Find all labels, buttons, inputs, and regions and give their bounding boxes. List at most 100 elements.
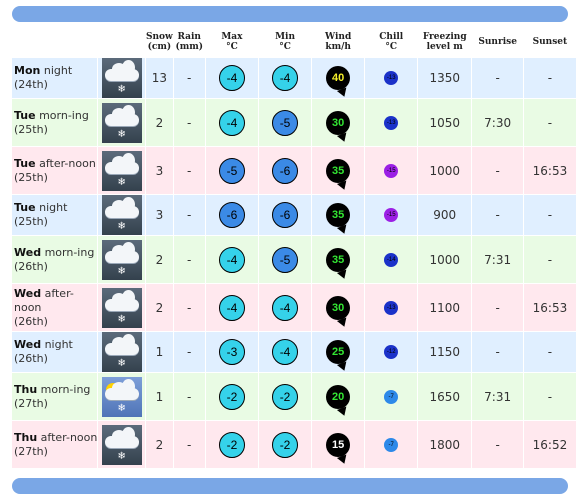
- sunrise-cell: 7:31: [471, 372, 524, 421]
- day-label: Mon night (24th): [10, 57, 99, 99]
- max-temp-badge: -4: [218, 65, 245, 91]
- day-label: Wed after-noon (26th): [10, 283, 99, 332]
- forecast-table: Snow (cm) Rain (mm) Max °C Min °C Wind km/h C…: [10, 26, 577, 469]
- day-date: (25th): [14, 170, 48, 184]
- sunrise-value: -: [495, 300, 500, 315]
- rain-value: -: [187, 437, 192, 452]
- freezing-cell: 1150: [416, 331, 473, 373]
- max-cell: -5: [204, 146, 260, 195]
- freezing-cell: 1350: [416, 57, 473, 99]
- max-cell: -4: [204, 283, 260, 332]
- sunset-cell: 16:53: [522, 146, 577, 195]
- snow-value: 2: [155, 252, 164, 267]
- sunset-value: -: [547, 208, 553, 222]
- weather-icon-cell: ❄: [97, 57, 147, 99]
- max-cell: -4: [204, 235, 260, 284]
- freezing-level-value: 900: [433, 208, 457, 222]
- sunset-cell: 16:53: [522, 283, 577, 332]
- min-temp-badge: -4: [272, 294, 299, 321]
- freezing-cell: 900: [416, 194, 473, 236]
- snow-value: 3: [155, 208, 164, 222]
- day-date: (25th): [14, 122, 48, 136]
- snow-cloud-icon: ❄: [101, 239, 142, 280]
- day-name: Tue: [14, 201, 36, 214]
- weather-icon-cell: ❄: [97, 420, 147, 469]
- day-period: morn-ing: [44, 245, 95, 259]
- snow-cloud-icon: ❄: [101, 102, 142, 143]
- sunset-value: 16:53: [532, 300, 568, 315]
- freezing-cell: 1050: [416, 98, 473, 147]
- forecast-row: Thu morn-ing (27th) ❄ 1- -2 -2 20 -7 1650 7:31-: [10, 372, 577, 421]
- min-cell: -5: [258, 235, 312, 284]
- day-label: Tue after-noon (25th): [10, 146, 99, 195]
- max-temp-badge: -4: [218, 109, 245, 136]
- sunset-value: -: [547, 252, 553, 267]
- max-temp-badge: -2: [218, 383, 245, 410]
- forecast-row: Mon night (24th) ❄ 13- -4 -4 40 -13 1350- -: [10, 57, 577, 99]
- sunrise-value: 7:30: [484, 115, 512, 130]
- weather-icon-cell: ❄: [97, 372, 147, 421]
- header-snow: Snow (cm): [145, 26, 174, 58]
- sunrise-cell: -: [471, 146, 524, 195]
- day-period: morn-ing: [40, 382, 91, 396]
- min-temp-badge: -2: [272, 431, 299, 458]
- rain-value: -: [187, 389, 192, 404]
- day-date: (27th): [14, 444, 48, 458]
- wind-chill-badge: -15: [384, 208, 399, 222]
- snow-value: 1: [155, 389, 164, 404]
- wind-direction-icon: 35: [326, 247, 351, 272]
- snow-cloud-icon: ❄: [101, 424, 142, 465]
- chill-cell: -12: [364, 331, 418, 373]
- day-label: Wed morn-ing (26th): [10, 235, 99, 284]
- chill-cell: -7: [364, 372, 418, 421]
- snow-cell: 2: [145, 235, 174, 284]
- min-temp-badge: -6: [272, 157, 299, 184]
- forecast-panel: Snow (cm) Rain (mm) Max °C Min °C Wind km/h C…: [0, 0, 577, 500]
- sunrise-cell: -: [471, 283, 524, 332]
- max-cell: -4: [204, 98, 260, 147]
- header-min: Min °C: [258, 26, 312, 58]
- day-period: night: [43, 64, 73, 77]
- weather-icon-cell: ❄: [97, 194, 147, 236]
- wind-direction-icon: 35: [326, 203, 351, 227]
- top-rounded-bar: [12, 6, 568, 22]
- day-period: night: [44, 338, 73, 351]
- weather-icon-cell: ❄: [97, 283, 147, 332]
- snow-value: 2: [155, 300, 164, 315]
- wind-direction-icon: 35: [326, 158, 351, 183]
- header-wind: Wind km/h: [310, 26, 366, 58]
- max-cell: -4: [204, 57, 260, 99]
- sunrise-cell: 7:31: [471, 235, 524, 284]
- rain-cell: -: [172, 331, 206, 373]
- day-name: Thu: [14, 382, 38, 396]
- min-cell: -6: [258, 194, 312, 236]
- day-period: night: [39, 201, 68, 214]
- min-cell: -4: [258, 283, 312, 332]
- freezing-cell: 1000: [416, 146, 473, 195]
- wind-chill-badge: -13: [384, 115, 399, 130]
- freezing-level-value: 1100: [429, 300, 460, 315]
- wind-direction-icon: 30: [326, 110, 351, 135]
- header-icon: [97, 26, 147, 58]
- min-cell: -2: [258, 372, 312, 421]
- sunset-cell: -: [522, 235, 577, 284]
- rain-value: -: [187, 252, 192, 267]
- rain-value: -: [187, 115, 192, 130]
- sunrise-value: -: [495, 71, 500, 85]
- wind-cell: 40: [310, 57, 366, 99]
- chill-cell: -15: [364, 194, 418, 236]
- snow-cell: 13: [145, 57, 174, 99]
- rain-value: -: [187, 345, 192, 359]
- rain-value: -: [187, 163, 192, 178]
- forecast-row: Tue night (25th) ❄ 3- -6 -6 35 -15 900- -: [10, 194, 577, 236]
- sunrise-cell: -: [471, 57, 524, 99]
- max-cell: -2: [204, 372, 260, 421]
- wind-cell: 15: [310, 420, 366, 469]
- day-period: morn-ing: [39, 108, 89, 122]
- header-row: Snow (cm) Rain (mm) Max °C Min °C Wind km/h C…: [10, 26, 577, 58]
- header-sunset: Sunset: [522, 26, 577, 58]
- sunrise-cell: -: [471, 194, 524, 236]
- sunrise-cell: -: [471, 420, 524, 469]
- day-date: (26th): [14, 314, 48, 328]
- snow-value: 2: [155, 115, 164, 130]
